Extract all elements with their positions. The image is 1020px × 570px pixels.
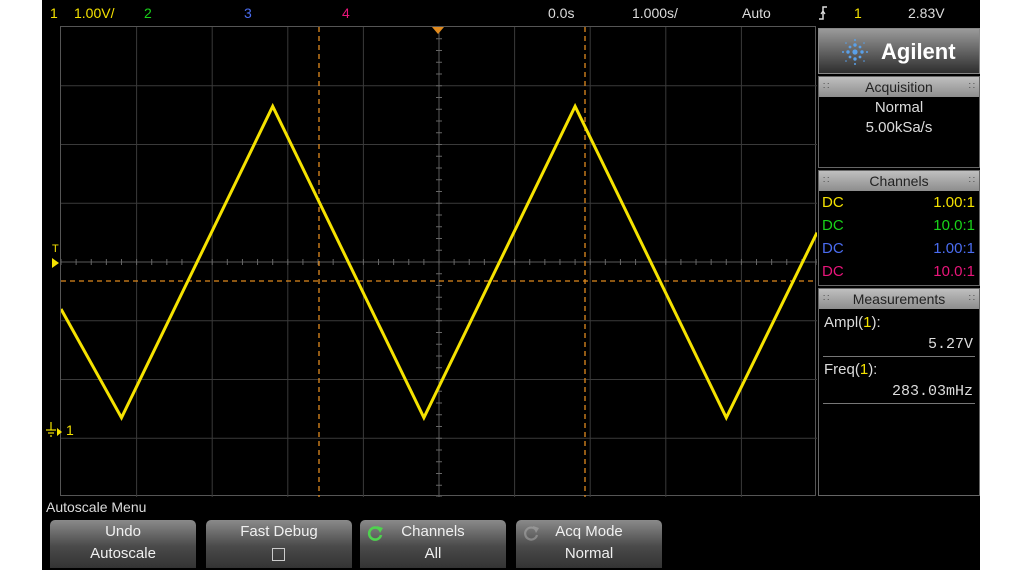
grip-icon: ∷: [823, 81, 830, 92]
softkey-label: Acq Mode: [555, 523, 623, 540]
divider: [823, 403, 975, 404]
channel-row-4[interactable]: DC 10.0:1: [819, 260, 979, 283]
grip-icon: ∷: [823, 175, 830, 186]
channel-coupling: DC: [822, 194, 844, 211]
channel-coupling: DC: [822, 217, 844, 234]
undo-autoscale-button[interactable]: Undo Autoscale: [50, 520, 196, 568]
channel-coupling: DC: [822, 263, 844, 280]
channel-probe: 10.0:1: [933, 217, 975, 234]
ampl-value: 5.27V: [927, 336, 973, 353]
channels-header: ∷ Channels ∷: [819, 171, 979, 191]
channels-button[interactable]: Channels All: [360, 520, 506, 568]
softkey-label: All: [424, 545, 442, 562]
channel-probe: 1.00:1: [933, 194, 975, 211]
freq-label: Freq(1):: [824, 361, 878, 378]
freq-value: 283.03mHz: [891, 383, 973, 400]
trigger-source[interactable]: 1: [854, 5, 862, 21]
acq-mode-button[interactable]: Acq Mode Normal: [516, 520, 662, 568]
grip-icon: ∷: [968, 293, 975, 304]
ch3-number[interactable]: 3: [244, 5, 252, 21]
time-delay[interactable]: 0.0s: [548, 5, 574, 21]
softkey-label: Autoscale: [90, 545, 156, 562]
acquisition-mode: Normal: [874, 99, 924, 116]
ground-marker[interactable]: 1: [44, 422, 74, 442]
menu-title: Autoscale Menu: [46, 499, 147, 515]
waveform-svg: [61, 27, 817, 497]
measurements-header: ∷ Measurements ∷: [819, 289, 979, 309]
agilent-spark-icon: [841, 38, 869, 71]
ch4-number[interactable]: 4: [342, 5, 350, 21]
brand-name: Agilent: [881, 39, 956, 64]
channel-row-2[interactable]: DC 10.0:1: [819, 214, 979, 237]
waveform-display[interactable]: [60, 26, 817, 497]
grip-icon: ∷: [968, 175, 975, 186]
channels-title: Channels: [869, 173, 929, 189]
ground-label: 1: [66, 422, 74, 438]
softkey-label: Channels: [401, 523, 465, 540]
ground-icon: [46, 422, 62, 437]
channels-panel[interactable]: ∷ Channels ∷ DC 1.00:1 DC 10.0:1 DC 1.00…: [818, 170, 980, 286]
ch1-scale[interactable]: 1.00V/: [74, 5, 114, 21]
rising-edge-icon: [818, 5, 828, 24]
channel-row-3[interactable]: DC 1.00:1: [819, 237, 979, 260]
grip-icon: ∷: [968, 81, 975, 92]
softkey-bar: Autoscale Menu Undo Autoscale Fast Debug…: [42, 498, 980, 570]
trigger-level-label: T: [52, 243, 59, 255]
measurements-panel[interactable]: ∷ Measurements ∷ Ampl(1): 5.27V Freq(1):…: [818, 288, 980, 496]
trigger-position-marker: [432, 27, 444, 34]
acquisition-header: ∷ Acquisition ∷: [819, 77, 979, 97]
trigger-mode[interactable]: Auto: [742, 5, 771, 21]
brand-panel: Agilent: [818, 28, 980, 74]
acquisition-panel[interactable]: ∷ Acquisition ∷ Normal 5.00kSa/s: [818, 76, 980, 168]
sidebar: Agilent ∷ Acquisition ∷ Normal 5.00kSa/s…: [818, 28, 980, 496]
measurements-title: Measurements: [852, 291, 946, 307]
ampl-label: Ampl(1):: [824, 314, 881, 331]
fast-debug-button[interactable]: Fast Debug: [206, 520, 352, 568]
trigger-level-arrow: [52, 258, 59, 268]
channel-probe: 1.00:1: [933, 240, 975, 257]
channel-coupling: DC: [822, 240, 844, 257]
acquisition-title: Acquisition: [865, 79, 933, 95]
time-scale[interactable]: 1.000s/: [632, 5, 678, 21]
ch1-number[interactable]: 1: [50, 5, 58, 21]
softkey-label: Undo: [105, 523, 141, 540]
divider: [823, 356, 975, 357]
grip-icon: ∷: [823, 293, 830, 304]
acquisition-rate: 5.00kSa/s: [865, 119, 933, 136]
fast-debug-checkbox[interactable]: [272, 548, 285, 561]
oscilloscope-screen: 1 1.00V/ 2 3 4 0.0s 1.000s/ Auto 1 2.83V…: [42, 0, 980, 570]
channel-row-1[interactable]: DC 1.00:1: [819, 191, 979, 214]
trigger-level[interactable]: 2.83V: [908, 5, 945, 21]
softkey-label: Normal: [564, 545, 614, 562]
softkey-label: Fast Debug: [240, 523, 318, 540]
graticule: [61, 27, 817, 497]
status-bar: 1 1.00V/ 2 3 4 0.0s 1.000s/ Auto 1 2.83V: [42, 0, 980, 26]
ch2-number[interactable]: 2: [144, 5, 152, 21]
channel-probe: 10.0:1: [933, 263, 975, 280]
